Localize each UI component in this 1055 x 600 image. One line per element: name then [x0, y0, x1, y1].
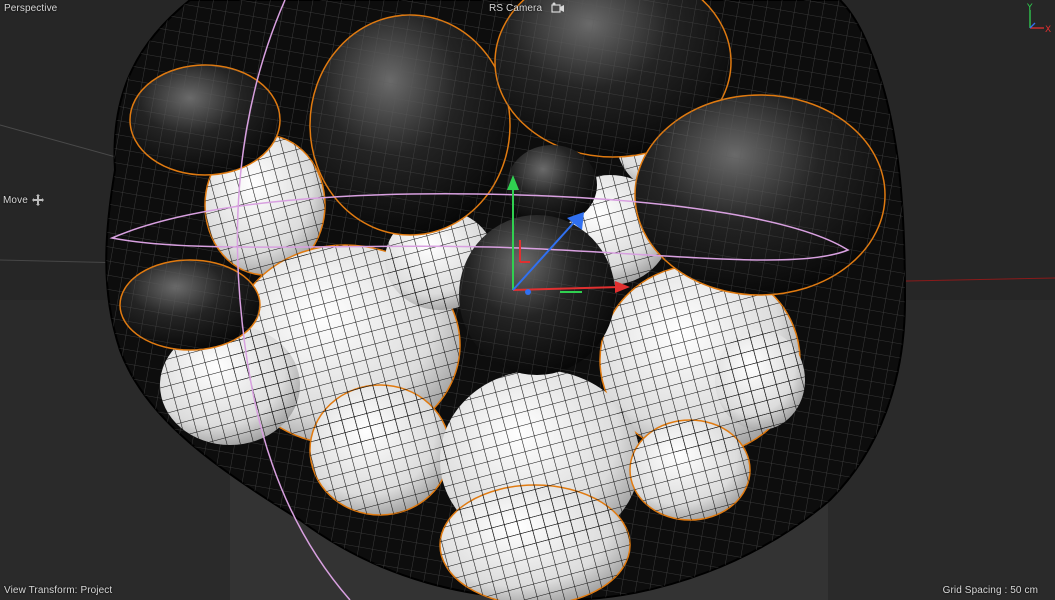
- axis-gizmo-graphic: Y X: [1026, 3, 1051, 35]
- axis-x-label: X: [1045, 25, 1051, 34]
- white-blob-mesh: [630, 420, 750, 520]
- white-blob-mesh: [715, 330, 805, 430]
- move-arrows-icon: [31, 194, 44, 206]
- white-blob-mesh: [310, 385, 450, 515]
- axis-orientation-gizmo: Y X: [1018, 2, 1054, 35]
- white-blob-mesh: [440, 485, 630, 600]
- camera-mode-label[interactable]: Perspective: [4, 3, 57, 14]
- view-transform-label: View Transform: Project: [4, 585, 113, 596]
- black-sphere-mesh: [310, 15, 510, 235]
- camera-icon[interactable]: [551, 2, 565, 14]
- 3d-viewport[interactable]: Perspective RS Camera Move View Transfor…: [0, 0, 1055, 600]
- black-sphere-mesh: [120, 260, 260, 350]
- black-sphere-mesh: [635, 95, 885, 295]
- black-sphere-mesh: [459, 215, 615, 375]
- viewport-scene[interactable]: [0, 0, 1055, 600]
- gizmo-center[interactable]: [525, 289, 531, 295]
- tool-label: Move: [3, 194, 28, 206]
- axis-y-label: Y: [1026, 3, 1033, 13]
- active-camera-label[interactable]: RS Camera: [489, 3, 542, 14]
- grid-spacing-label: Grid Spacing : 50 cm: [942, 585, 1038, 596]
- active-tool-indicator: Move: [3, 194, 44, 206]
